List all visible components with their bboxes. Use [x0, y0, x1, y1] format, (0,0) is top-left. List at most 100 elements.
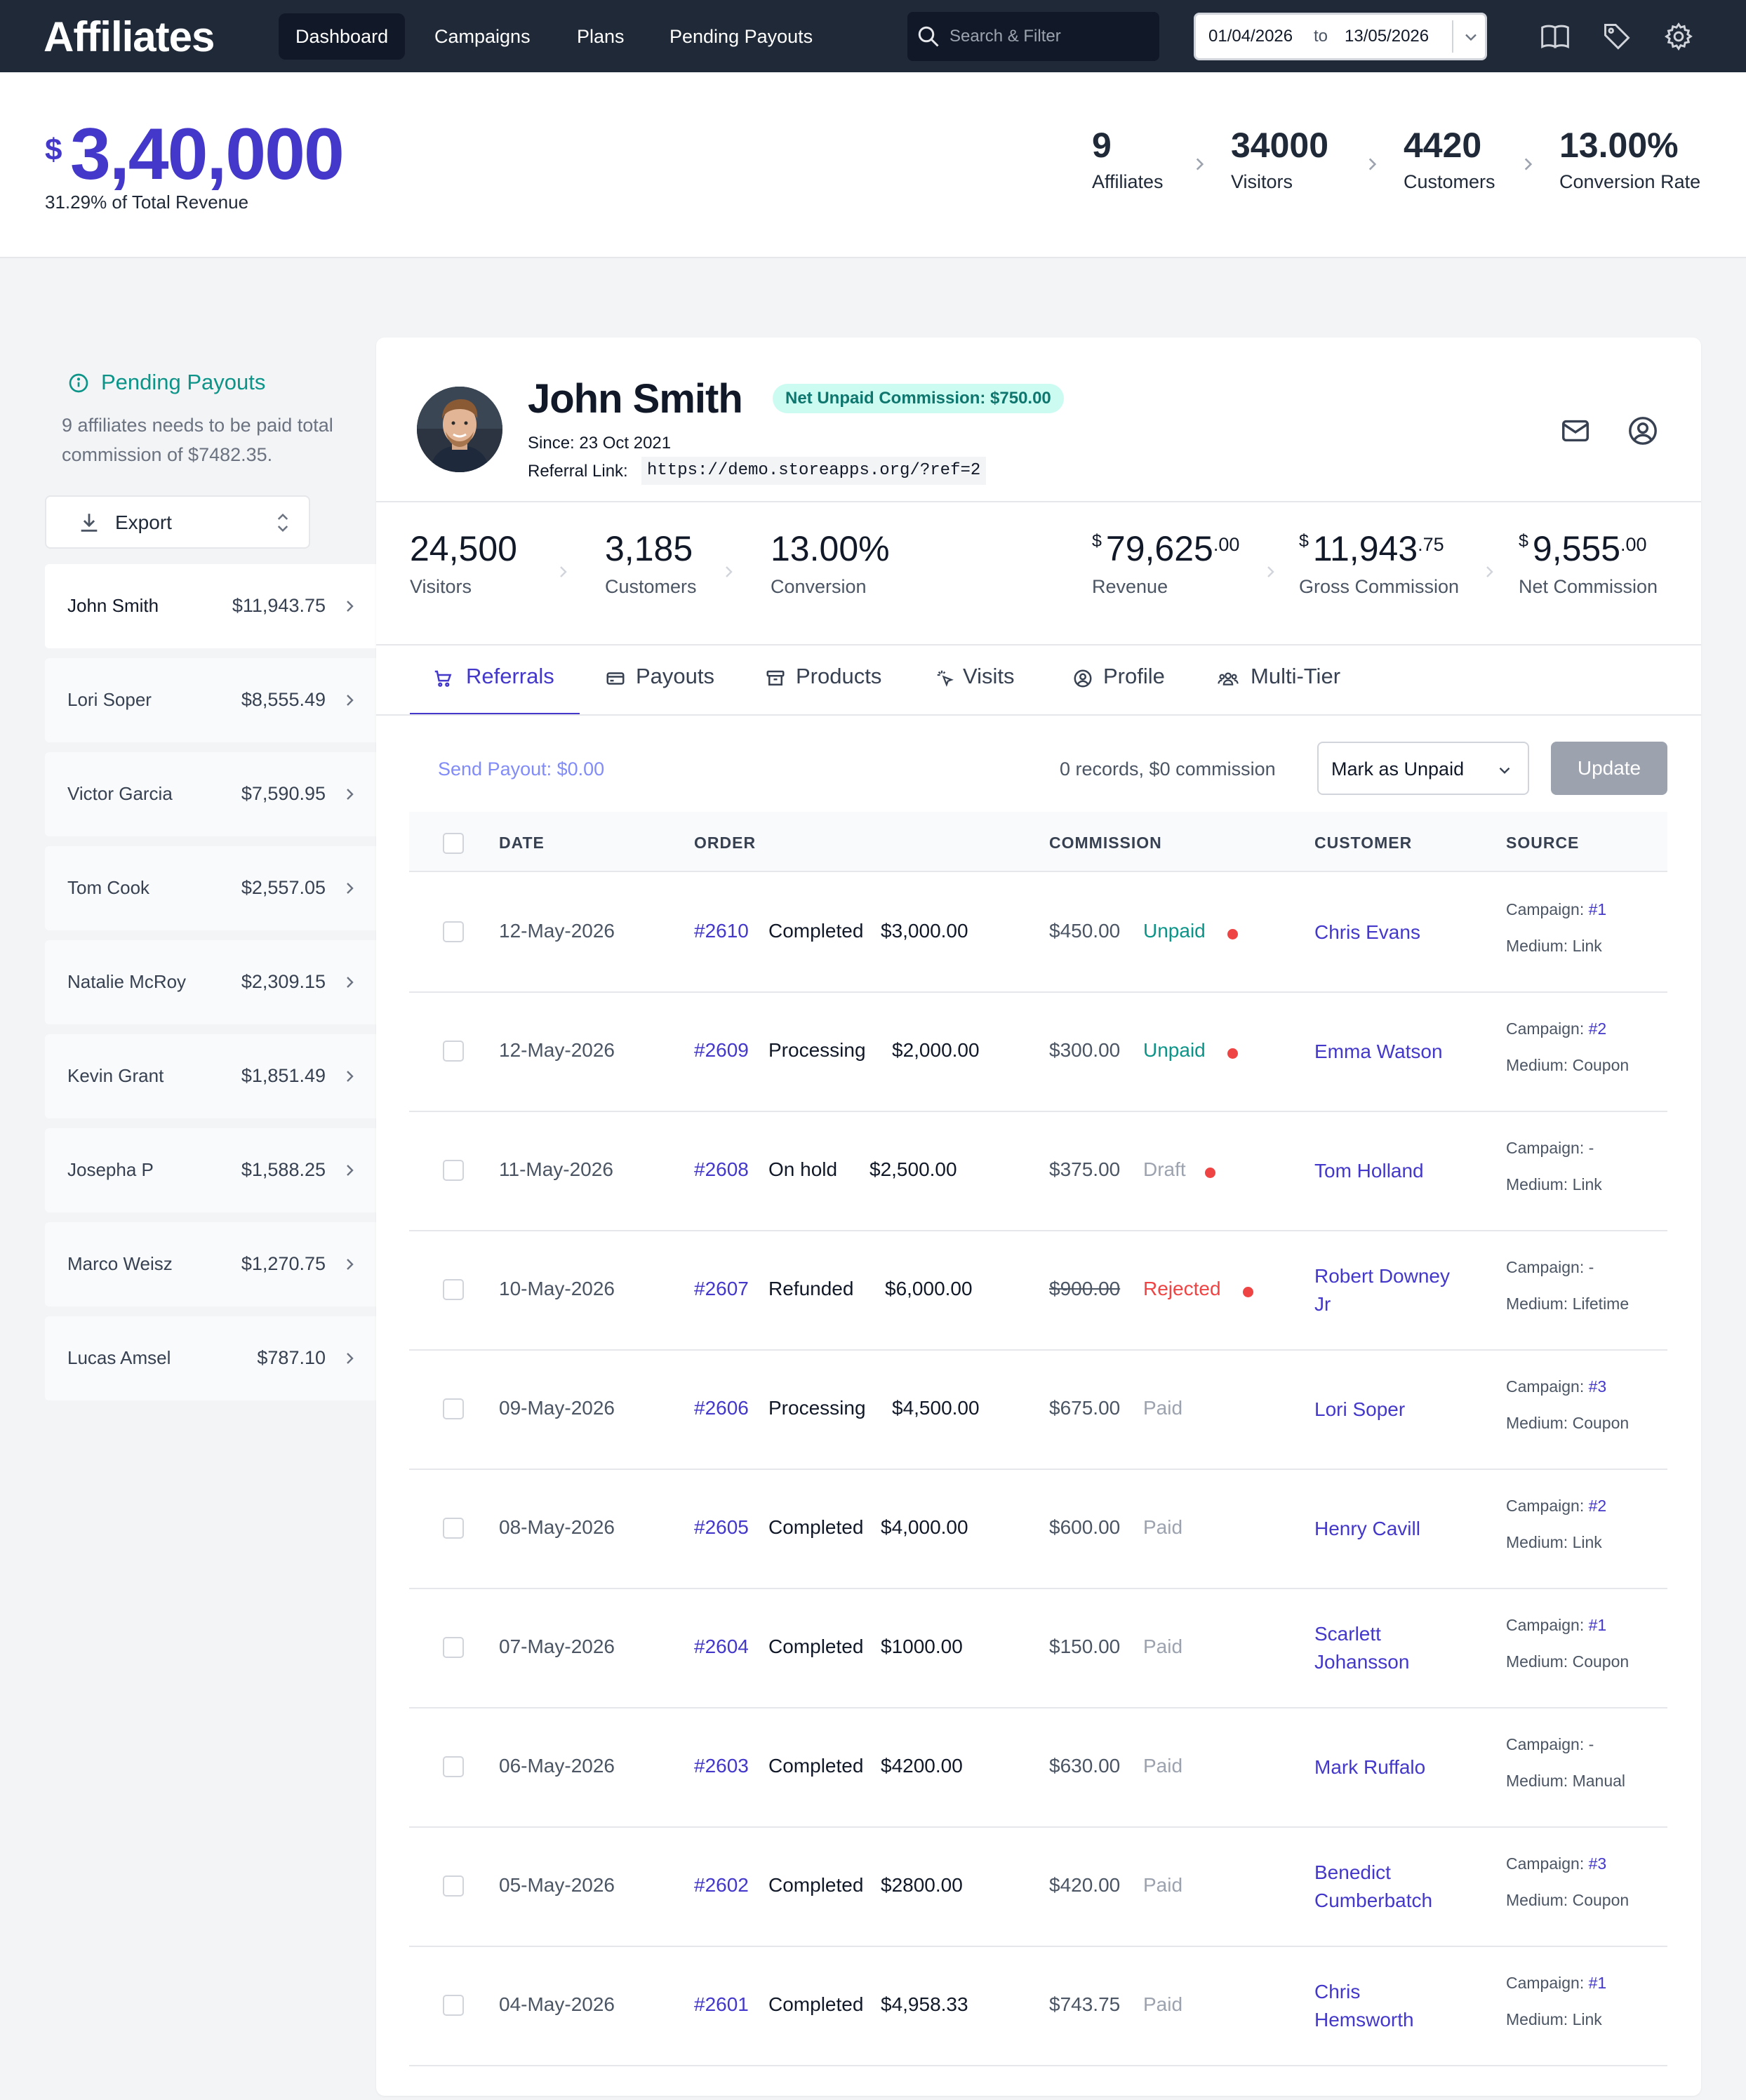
customer-link[interactable]: Robert Downey Jr: [1314, 1262, 1455, 1318]
customer-link[interactable]: Benedict Cumberbatch: [1314, 1859, 1455, 1915]
send-payout-link[interactable]: Send Payout: $0.00: [438, 758, 604, 780]
campaign-value[interactable]: #3: [1589, 1377, 1607, 1396]
order-link[interactable]: #2605: [694, 1516, 749, 1539]
chevron-down-icon[interactable]: [1461, 27, 1481, 47]
select-all-checkbox[interactable]: [443, 833, 464, 854]
order-link[interactable]: #2607: [694, 1278, 749, 1300]
stat-value: 9: [1092, 126, 1112, 165]
campaign-label: Campaign:: [1506, 1377, 1585, 1396]
table-row[interactable]: 06-May-2026 #2603 Completed $4200.00 $630.00…: [409, 1708, 1667, 1828]
search-input[interactable]: [949, 12, 1153, 61]
affiliate-list-item[interactable]: Marco Weisz $1,270.75: [45, 1222, 376, 1306]
table-row[interactable]: 10-May-2026 #2607 Refunded $6,000.00 $900.00…: [409, 1231, 1667, 1351]
order-link[interactable]: #2606: [694, 1397, 749, 1419]
campaign-value[interactable]: #1: [1589, 1616, 1607, 1634]
customer-link[interactable]: Emma Watson: [1314, 1038, 1455, 1066]
table-row[interactable]: 12-May-2026 #2609 Processing $2,000.00 $300.…: [409, 993, 1667, 1112]
row-checkbox[interactable]: [443, 1518, 464, 1539]
table-row[interactable]: 07-May-2026 #2604 Completed $1000.00 $150.00…: [409, 1589, 1667, 1708]
tag-icon[interactable]: [1601, 21, 1632, 52]
row-checkbox[interactable]: [443, 1756, 464, 1777]
affiliate-list-item[interactable]: Kevin Grant $1,851.49: [45, 1034, 376, 1118]
customer-link[interactable]: Tom Holland: [1314, 1157, 1455, 1185]
table-row[interactable]: 12-May-2026 #2610 Completed $3,000.00 $450.0…: [409, 874, 1667, 993]
gear-icon[interactable]: [1663, 21, 1694, 52]
nav-campaigns[interactable]: Campaigns: [418, 13, 547, 60]
table-row[interactable]: 08-May-2026 #2605 Completed $4,000.00 $600.0…: [409, 1470, 1667, 1589]
table-row[interactable]: 11-May-2026 #2608 On hold $2,500.00 $375.00 D…: [409, 1112, 1667, 1231]
row-checkbox[interactable]: [443, 1995, 464, 2016]
stat-affiliates[interactable]: 9 Affiliates: [1092, 125, 1164, 193]
date-from[interactable]: 01/04/2026: [1208, 27, 1293, 46]
stat-customers[interactable]: 4420 Customers: [1404, 125, 1495, 193]
order-link[interactable]: #2601: [694, 1993, 749, 2016]
table-row[interactable]: 04-May-2026 #2601 Completed $4,958.33 $743.7…: [409, 1947, 1667, 2066]
affiliate-list-item[interactable]: John Smith $11,943.75: [45, 564, 376, 648]
user-circle-icon[interactable]: [1627, 415, 1659, 447]
row-checkbox[interactable]: [443, 1875, 464, 1897]
customer-link[interactable]: Mark Ruffalo: [1314, 1753, 1455, 1781]
campaign-value[interactable]: #3: [1589, 1854, 1607, 1873]
nav-pending-payouts[interactable]: Pending Payouts: [653, 13, 829, 60]
customer-link[interactable]: Lori Soper: [1314, 1396, 1455, 1424]
campaign-value[interactable]: #1: [1589, 1974, 1607, 1992]
campaign-value[interactable]: #1: [1589, 900, 1607, 918]
col-date[interactable]: DATE: [499, 834, 545, 852]
affiliate-list-item[interactable]: Josepha P $1,588.25: [45, 1128, 376, 1212]
affiliate-list-item[interactable]: Lucas Amsel $787.10: [45, 1316, 376, 1400]
search-box[interactable]: [907, 12, 1159, 61]
affiliate-list-item[interactable]: Natalie McRoy $2,309.15: [45, 940, 376, 1024]
export-button[interactable]: Export: [45, 495, 310, 549]
row-checkbox[interactable]: [443, 921, 464, 942]
table-row[interactable]: 09-May-2026 #2606 Processing $4,500.00 $675.…: [409, 1351, 1667, 1470]
order-link[interactable]: #2604: [694, 1636, 749, 1658]
row-checkbox[interactable]: [443, 1637, 464, 1658]
row-checkbox[interactable]: [443, 1398, 464, 1419]
order-link[interactable]: #2608: [694, 1158, 749, 1181]
update-button[interactable]: Update: [1551, 742, 1667, 795]
brand-logo[interactable]: Affiliates: [44, 13, 215, 61]
row-checkbox[interactable]: [443, 1279, 464, 1300]
affiliate-list-item[interactable]: Victor Garcia $7,590.95: [45, 752, 376, 836]
col-source[interactable]: SOURCE: [1506, 834, 1579, 852]
order-status: Processing: [768, 1397, 866, 1419]
order-link[interactable]: #2609: [694, 1039, 749, 1062]
customer-link[interactable]: Scarlett Johansson: [1314, 1620, 1455, 1676]
table-row[interactable]: 05-May-2026 #2602 Completed $2800.00 $420.00…: [409, 1828, 1667, 1947]
col-customer[interactable]: CUSTOMER: [1314, 834, 1412, 852]
campaign-value[interactable]: #2: [1589, 1019, 1607, 1038]
campaign-value[interactable]: #2: [1589, 1497, 1607, 1515]
book-icon[interactable]: [1540, 21, 1571, 52]
affiliate-list-item[interactable]: Lori Soper $8,555.49: [45, 658, 376, 742]
avatar[interactable]: [417, 387, 502, 472]
mark-status-select[interactable]: Mark as Unpaid: [1317, 742, 1529, 795]
commission-amount: $600.00: [1049, 1516, 1121, 1538]
nav-dashboard[interactable]: Dashboard: [279, 13, 406, 60]
affiliate-name: Victor Garcia: [67, 783, 173, 804]
tab-label: Referrals: [466, 664, 554, 688]
nav-plans[interactable]: Plans: [560, 13, 641, 60]
order-link[interactable]: #2603: [694, 1755, 749, 1777]
mail-icon[interactable]: [1559, 415, 1592, 447]
medium-value: Link: [1572, 1175, 1602, 1193]
customer-link[interactable]: Chris Hemsworth: [1314, 1978, 1455, 2034]
row-checkbox[interactable]: [443, 1160, 464, 1181]
order-link[interactable]: #2602: [694, 1874, 749, 1897]
affiliate-name: Kevin Grant: [67, 1065, 164, 1086]
customer-link[interactable]: Henry Cavill: [1314, 1515, 1455, 1543]
pending-payouts-title[interactable]: Pending Payouts: [67, 370, 265, 395]
date-to[interactable]: 13/05/2026: [1345, 27, 1429, 46]
row-checkbox[interactable]: [443, 1041, 464, 1062]
cart-icon: [434, 670, 452, 687]
referral-link[interactable]: https://demo.storeapps.org/?ref=2: [641, 457, 987, 485]
col-order[interactable]: ORDER: [694, 834, 756, 852]
affiliate-list-item[interactable]: Tom Cook $2,557.05: [45, 846, 376, 930]
customer-link[interactable]: Chris Evans: [1314, 918, 1455, 947]
stat-conversion-rate[interactable]: 13.00% Conversion Rate: [1559, 125, 1700, 193]
col-commission[interactable]: COMMISSION: [1049, 834, 1162, 852]
stat-label: Affiliates: [1092, 171, 1164, 192]
order-link[interactable]: #2610: [694, 920, 749, 942]
order-total: $6,000.00: [885, 1278, 973, 1299]
stat-visitors[interactable]: 34000 Visitors: [1231, 125, 1328, 193]
date-range-picker[interactable]: 01/04/2026 to 13/05/2026: [1194, 13, 1487, 60]
